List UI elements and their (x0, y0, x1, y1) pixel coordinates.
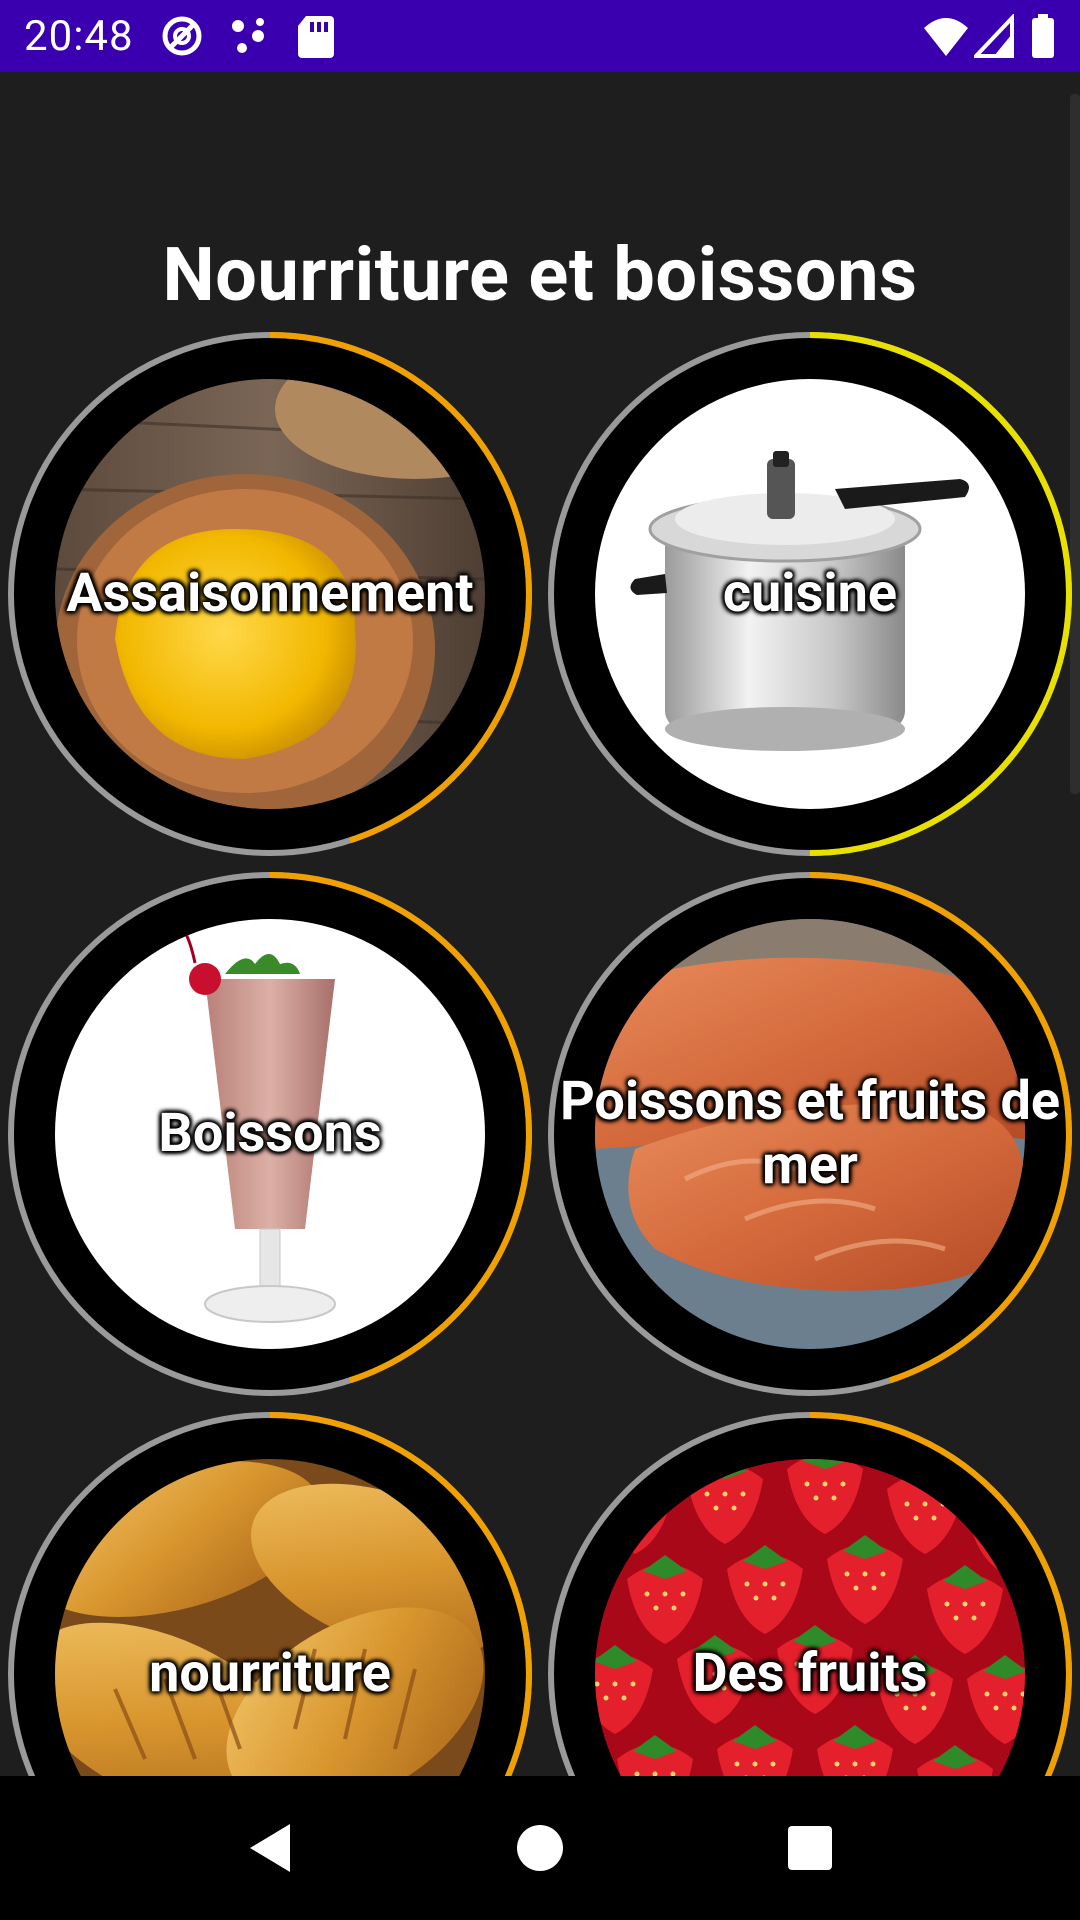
category-label: nourriture (149, 1642, 391, 1705)
category-tile-cuisine[interactable]: cuisine (540, 324, 1080, 864)
category-label: Des fruits (692, 1642, 928, 1705)
page-title: Nourriture et boissons (162, 232, 918, 319)
back-icon[interactable] (240, 1818, 300, 1878)
recents-icon[interactable] (780, 1818, 840, 1878)
sd-card-icon (296, 14, 336, 62)
category-label: cuisine (722, 562, 898, 625)
category-label: Boissons (158, 1102, 382, 1165)
category-tile-assaisonnement[interactable]: Assaisonnement (0, 324, 540, 864)
category-label: Poissons et fruits de mer (559, 1070, 1061, 1197)
category-tile-des-fruits[interactable]: Des fruits (540, 1404, 1080, 1776)
category-label: Assaisonnement (66, 562, 474, 625)
battery-icon (1030, 14, 1056, 62)
status-time: 20:48 (24, 12, 134, 61)
home-icon[interactable] (510, 1818, 570, 1878)
category-tile-poissons[interactable]: Poissons et fruits de mer (540, 864, 1080, 1404)
category-grid-screen[interactable]: Nourriture et boissons Assaisonnement cu… (0, 72, 1080, 1776)
category-tile-boissons[interactable]: Boissons (0, 864, 540, 1404)
cell-signal-icon (971, 12, 1014, 62)
category-tile-nourriture[interactable]: nourriture (0, 1404, 540, 1776)
wifi-icon (922, 14, 970, 62)
navigation-bar (0, 1776, 1080, 1920)
dots-icon (228, 14, 272, 62)
status-bar: 20:48 (0, 0, 1080, 72)
at-sign-icon (160, 14, 204, 62)
